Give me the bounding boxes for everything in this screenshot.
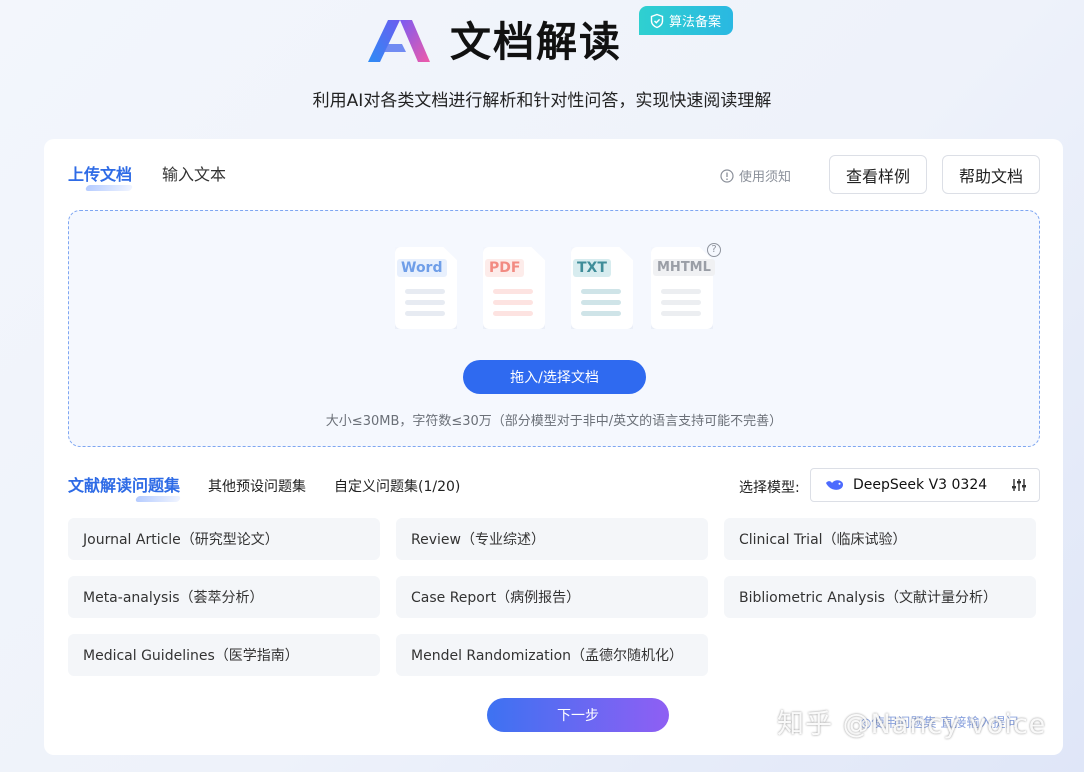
question-set-item[interactable]: Case Report（病例报告） (396, 576, 708, 618)
usage-notice-link[interactable]: 使用须知 (720, 166, 791, 185)
tab-literature-questions[interactable]: 文献解读问题集 (68, 472, 180, 502)
select-document-button[interactable]: 拖入/选择文档 (463, 360, 646, 394)
file-type-label: Word (397, 259, 447, 277)
tab-input-text[interactable]: 输入文本 (162, 161, 226, 191)
usage-notice-label: 使用须知 (739, 170, 792, 185)
mhtml-file-icon: MHTML (651, 247, 715, 329)
model-select[interactable]: DeepSeek V3 0324 (810, 468, 1040, 502)
app-title: 文档解读 (450, 18, 622, 66)
brand-header: 文档解读 算法备案 (0, 6, 1084, 70)
question-set-item[interactable]: Clinical Trial（临床试验） (724, 518, 1036, 560)
deepseek-whale-icon (826, 480, 844, 490)
view-sample-button[interactable]: 查看样例 (829, 155, 927, 194)
file-type-help-icon[interactable]: ? (707, 243, 721, 257)
shield-check-icon (650, 13, 664, 28)
tab-other-preset-questions[interactable]: 其他预设问题集 (208, 476, 306, 496)
question-set-item[interactable]: Review（专业综述） (396, 518, 708, 560)
question-set-item[interactable]: Mendel Randomization（孟德尔随机化） (396, 634, 708, 676)
question-set-tabs: 文献解读问题集 其他预设问题集 自定义问题集(1/20) (68, 472, 460, 502)
file-type-label: TXT (573, 259, 611, 277)
adjust-settings-icon[interactable] (1011, 477, 1027, 493)
word-file-icon: Word (395, 247, 457, 329)
zhihu-watermark: 知乎 @Nancy voice (777, 709, 1047, 740)
app-subtitle: 利用AI对各类文档进行解析和针对性问答，实现快速阅读理解 (312, 91, 772, 111)
input-mode-tabs: 上传文档 输入文本 (68, 161, 226, 191)
upload-dropzone[interactable]: Word PDF TXT MHTML ? 拖入/选择文档 大小≤30MB，字符数… (68, 210, 1040, 447)
next-step-button[interactable]: 下一步 (487, 698, 669, 732)
question-set-item[interactable]: Medical Guidelines（医学指南） (68, 634, 380, 676)
tab-upload-document[interactable]: 上传文档 (68, 161, 132, 191)
app-logo-icon (368, 20, 430, 62)
file-type-label: PDF (485, 259, 525, 277)
question-set-item[interactable]: Bibliometric Analysis（文献计量分析） (724, 576, 1036, 618)
info-icon (720, 168, 734, 183)
help-docs-button[interactable]: 帮助文档 (942, 155, 1040, 194)
model-select-label: 选择模型: (739, 480, 800, 496)
tab-custom-questions[interactable]: 自定义问题集(1/20) (334, 476, 460, 496)
model-select-value: DeepSeek V3 0324 (853, 477, 988, 493)
algorithm-filing-badge: 算法备案 (639, 6, 734, 35)
badge-label: 算法备案 (669, 15, 722, 30)
main-card: 上传文档 输入文本 使用须知 查看样例 帮助文档 Word PDF TXT MH… (44, 139, 1063, 755)
pdf-file-icon: PDF (483, 247, 545, 329)
question-set-item[interactable]: Journal Article（研究型论文） (68, 518, 380, 560)
upload-limit-text: 大小≤30MB，字符数≤30万（部分模型对于非中/英文的语言支持可能不完善） (325, 414, 783, 429)
question-set-item[interactable]: Meta-analysis（荟萃分析） (68, 576, 380, 618)
file-type-label: MHTML (653, 259, 715, 276)
txt-file-icon: TXT (571, 247, 633, 329)
